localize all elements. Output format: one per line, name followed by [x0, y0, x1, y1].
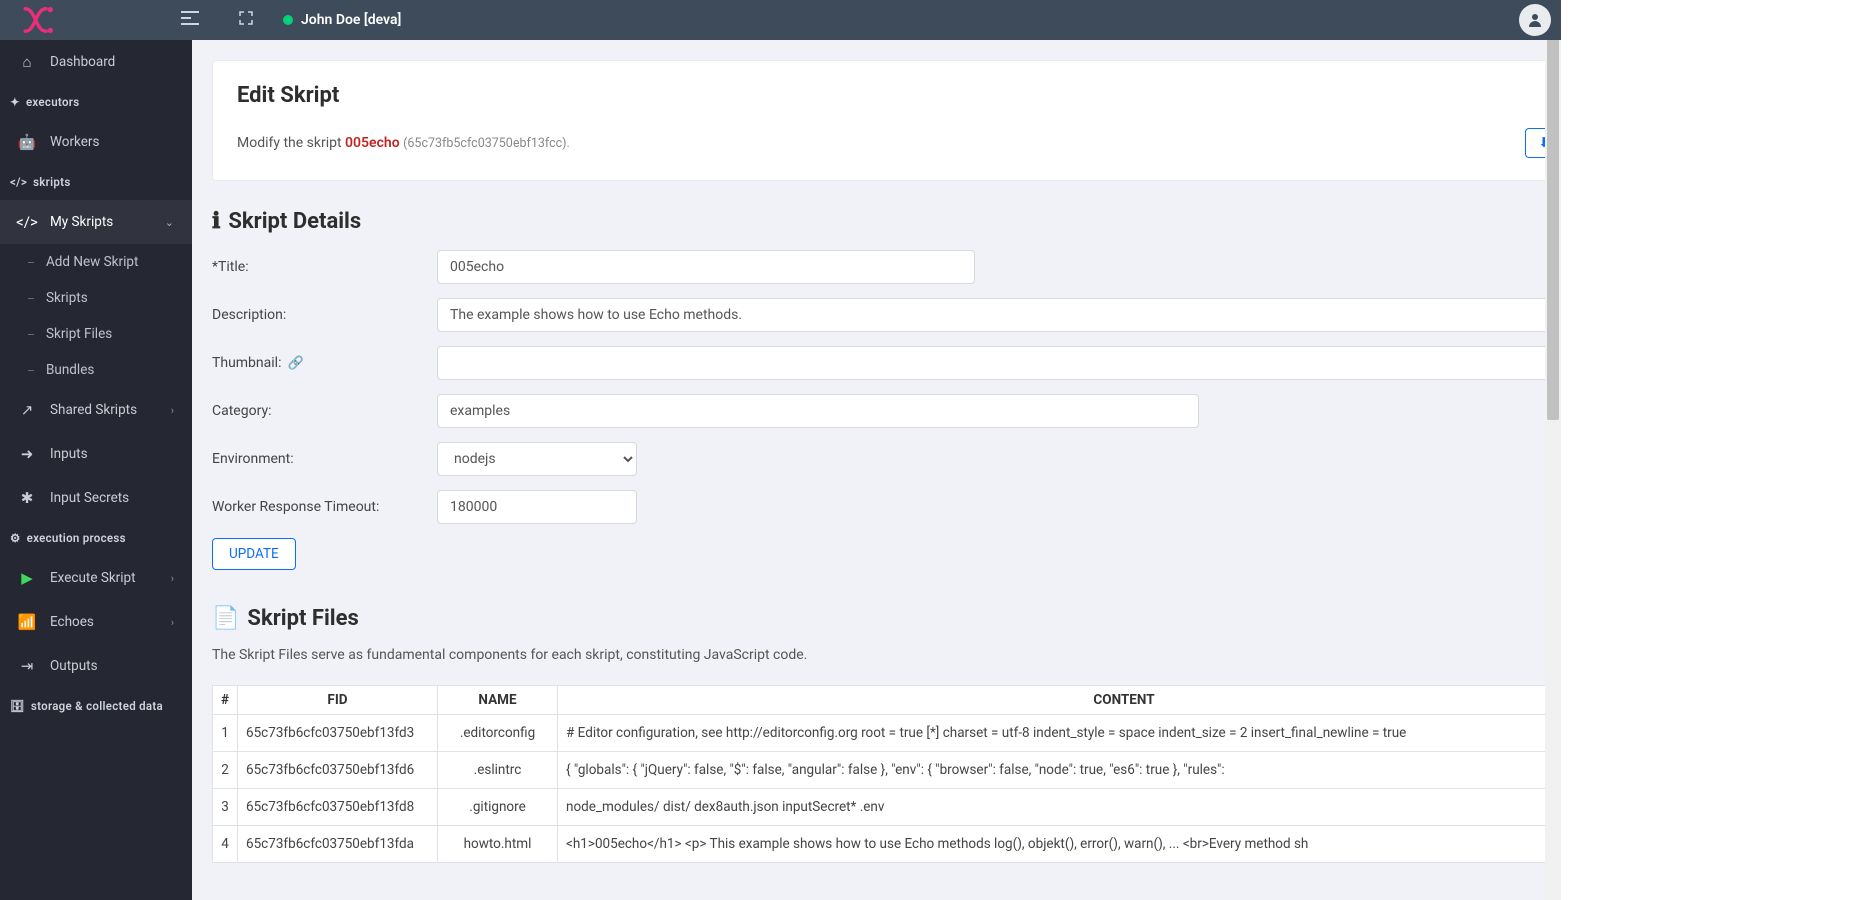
- sidebar-item-dashboard[interactable]: ⌂ Dashboard: [0, 40, 192, 84]
- chevron-down-icon: ⌄: [165, 216, 174, 229]
- status-online-icon: [283, 15, 293, 25]
- environment-select[interactable]: nodejs: [437, 442, 637, 476]
- inputs-icon: ➜: [18, 445, 36, 463]
- sidebar-heading-executors: ✦ executors: [0, 84, 192, 120]
- row-fid: 65c73fb6cfc03750ebf13fd8: [238, 789, 438, 826]
- sidebar-heading-execution: ⚙ execution process: [0, 520, 192, 556]
- label-thumbnail: Thumbnail: 🔗: [212, 355, 437, 371]
- dashboard-icon: ⌂: [18, 53, 36, 71]
- chevron-right-icon: ›: [171, 572, 174, 585]
- skript-subtitle: Modify the skript 005echo (65c73fb5cfc03…: [237, 135, 570, 151]
- file-code-icon: 📄: [212, 606, 239, 631]
- sidebar-item-outputs[interactable]: ⇥ Outputs: [0, 644, 192, 688]
- sidebar-item-inputs[interactable]: ➜ Inputs: [0, 432, 192, 476]
- label-title: *Title:: [212, 259, 437, 275]
- fullscreen-icon[interactable]: [239, 11, 253, 29]
- row-num: 1: [213, 715, 238, 752]
- sidebar-item-workers[interactable]: 🤖 Workers: [0, 120, 192, 164]
- timeout-input[interactable]: [437, 490, 637, 524]
- menu-toggle-icon[interactable]: [181, 11, 199, 29]
- row-num: 4: [213, 826, 238, 863]
- row-content: <h1>005echo</h1> <p> This example shows …: [558, 826, 1691, 863]
- current-user[interactable]: John Doe [deva]: [283, 12, 401, 28]
- row-fid: 65c73fb6cfc03750ebf13fda: [238, 826, 438, 863]
- sidebar: ⌂ Dashboard ✦ executors 🤖 Workers </> sk…: [0, 0, 192, 900]
- title-input[interactable]: [437, 250, 975, 284]
- sidebar-label: Workers: [50, 134, 99, 150]
- code-icon: </>: [18, 213, 36, 231]
- topbar: John Doe [deva]: [0, 0, 1561, 40]
- sidebar-item-echoes[interactable]: 📶 Echoes ›: [0, 600, 192, 644]
- col-fid: FID: [238, 686, 438, 715]
- col-name: NAME: [438, 686, 558, 715]
- sidebar-item-execute-skript[interactable]: ▶ Execute Skript ›: [0, 556, 192, 600]
- skript-id: (65c73fb5cfc03750ebf13fcc).: [403, 136, 570, 151]
- row-filename: .editorconfig: [438, 715, 558, 752]
- sidebar-heading-skripts: </> skripts: [0, 164, 192, 200]
- share-icon: ↗: [18, 401, 36, 419]
- sidebar-label: Shared Skripts: [50, 402, 137, 418]
- sidebar-label: Inputs: [50, 446, 88, 462]
- row-filename: .eslintrc: [438, 752, 558, 789]
- row-fid: 65c73fb6cfc03750ebf13fd3: [238, 715, 438, 752]
- row-num: 2: [213, 752, 238, 789]
- sidebar-sub-add-new[interactable]: Add New Skript: [0, 244, 192, 280]
- files-description: The Skript Files serve as fundamental co…: [212, 647, 807, 663]
- outputs-icon: ⇥: [18, 657, 36, 675]
- category-input[interactable]: [437, 394, 1199, 428]
- link-icon[interactable]: 🔗: [287, 356, 303, 371]
- sidebar-heading-storage: 🗄 storage & collected data: [0, 688, 192, 724]
- skript-name: 005echo: [345, 135, 400, 151]
- row-num: 3: [213, 789, 238, 826]
- sidebar-sub-skripts[interactable]: Skripts: [0, 280, 192, 316]
- page-scrollbar[interactable]: [1545, 0, 1561, 900]
- avatar-button[interactable]: [1519, 4, 1551, 36]
- sidebar-label: Dashboard: [50, 54, 115, 70]
- label-environment: Environment:: [212, 451, 437, 467]
- sidebar-sub-bundles[interactable]: Bundles: [0, 352, 192, 388]
- sidebar-item-input-secrets[interactable]: ✱ Input Secrets: [0, 476, 192, 520]
- sidebar-label: Outputs: [50, 658, 98, 674]
- row-filename: .gitignore: [438, 789, 558, 826]
- row-content: # Editor configuration, see http://edito…: [558, 715, 1691, 752]
- col-content: CONTENT: [558, 686, 1691, 715]
- row-filename: howto.html: [438, 826, 558, 863]
- label-timeout: Worker Response Timeout:: [212, 499, 437, 515]
- row-fid: 65c73fb6cfc03750ebf13fd6: [238, 752, 438, 789]
- sidebar-label: Execute Skript: [50, 570, 136, 586]
- play-icon: ▶: [18, 569, 36, 587]
- row-content: { "globals": { "jQuery": false, "$": fal…: [558, 752, 1691, 789]
- username-label: John Doe [deva]: [301, 12, 401, 28]
- update-button[interactable]: UPDATE: [212, 538, 296, 570]
- label-category: Category:: [212, 403, 437, 419]
- workers-icon: 🤖: [18, 133, 36, 151]
- sidebar-label: My Skripts: [50, 214, 113, 230]
- sidebar-item-my-skripts[interactable]: </> My Skripts ⌄: [0, 200, 192, 244]
- sidebar-label: Input Secrets: [50, 490, 129, 506]
- secret-icon: ✱: [18, 489, 36, 507]
- sidebar-item-shared-skripts[interactable]: ↗ Shared Skripts ›: [0, 388, 192, 432]
- echoes-icon: 📶: [18, 613, 36, 631]
- label-description: Description:: [212, 307, 437, 323]
- chevron-right-icon: ›: [171, 404, 174, 417]
- sidebar-sub-skript-files[interactable]: Skript Files: [0, 316, 192, 352]
- app-logo[interactable]: [16, 7, 66, 33]
- chevron-right-icon: ›: [171, 616, 174, 629]
- sidebar-label: Echoes: [50, 614, 94, 630]
- col-num: #: [213, 686, 238, 715]
- row-content: node_modules/ dist/ dex8auth.json inputS…: [558, 789, 1691, 826]
- info-icon: ℹ: [212, 209, 220, 234]
